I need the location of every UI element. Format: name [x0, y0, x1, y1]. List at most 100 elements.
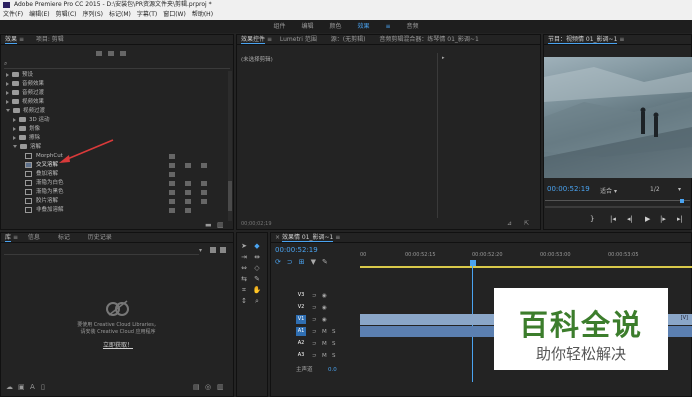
tree-item-3d-motion[interactable]: 3D 运动 — [13, 116, 49, 125]
slip-tool-icon[interactable]: ⇆ — [239, 274, 249, 284]
effects-search-field[interactable]: ⌕ — [4, 60, 230, 69]
eye-icon[interactable]: ◉ — [322, 302, 327, 314]
zoom-out-tool-icon[interactable]: ↕ — [239, 296, 249, 306]
get-cc-link[interactable]: 立即获取！ — [1, 340, 235, 349]
play-icon[interactable]: ▶ — [645, 215, 650, 223]
go-to-in-icon[interactable]: |◂ — [610, 215, 616, 223]
menu-sequence[interactable]: 序列(S) — [83, 10, 104, 20]
effect-cross-dissolve[interactable]: 交叉溶解 — [25, 161, 58, 170]
menu-clip[interactable]: 剪辑(C) — [56, 10, 77, 20]
tab-menu-icon[interactable]: ≡ — [19, 36, 26, 43]
solo-icon[interactable]: S — [332, 326, 336, 338]
ripple-edit-tool-icon[interactable]: ⇥ — [239, 252, 249, 262]
image-icon[interactable]: ▣ — [18, 383, 25, 391]
playhead-handle[interactable] — [470, 260, 476, 266]
effect-dip-to-black[interactable]: 渐隐为黑色 — [25, 188, 64, 197]
wrench-icon[interactable]: ✎ — [322, 258, 328, 266]
grid-view-icon[interactable] — [210, 247, 216, 253]
play-arrow-icon[interactable]: ▸ — [442, 55, 445, 61]
solo-icon[interactable]: S — [332, 350, 336, 362]
effect-film-dissolve[interactable]: 胶片溶解 — [25, 197, 58, 206]
tree-item-iris[interactable]: 划像 — [13, 125, 40, 134]
pen-tool-icon[interactable]: ⌗ — [239, 285, 249, 295]
trash-icon[interactable]: ▥ — [217, 383, 224, 391]
sync-lock-icon[interactable]: ⊃ — [312, 290, 317, 302]
32bit-filter-icon[interactable] — [108, 51, 114, 56]
razor-tool-icon[interactable]: ◇ — [252, 263, 262, 273]
effect-non-additive-dissolve[interactable]: 非叠加溶解 — [25, 206, 64, 215]
tab-history[interactable]: 历史记录 — [88, 234, 112, 241]
tab-source[interactable]: 源：(无剪辑) — [331, 36, 366, 43]
zoom-tool-icon[interactable]: ⌕ — [252, 296, 262, 306]
filter-icon[interactable]: ⊿ — [507, 220, 512, 227]
list-view-icon[interactable] — [220, 247, 226, 253]
tree-item-audio-effects[interactable]: 音频效果 — [6, 80, 44, 89]
tree-item-video-effects[interactable]: 视频效果 — [6, 98, 44, 107]
cloud-sync-icon[interactable]: ☁ — [6, 383, 13, 391]
cc-icon[interactable]: ◎ — [205, 383, 211, 391]
color-icon[interactable]: ▯ — [41, 383, 45, 391]
nest-icon[interactable]: ⟳ — [275, 258, 281, 266]
sync-lock-icon[interactable]: ⊃ — [312, 326, 317, 338]
tab-markers[interactable]: 标记 — [58, 234, 70, 241]
work-area-bar[interactable] — [360, 266, 692, 268]
solo-icon[interactable]: S — [332, 338, 336, 350]
resolution-dropdown[interactable]: 1/2 — [650, 186, 660, 193]
menu-marker[interactable]: 标记(M) — [109, 10, 131, 20]
tree-item-audio-transitions[interactable]: 音频过渡 — [6, 89, 44, 98]
eye-icon[interactable]: ◉ — [322, 314, 327, 326]
sync-lock-icon[interactable]: ⊃ — [312, 338, 317, 350]
slide-tool-icon[interactable]: ✎ — [252, 274, 262, 284]
linked-selection-icon[interactable]: ⊞ — [299, 258, 305, 266]
tab-menu-icon[interactable]: ≡ — [335, 234, 340, 241]
marker-icon[interactable]: ▼ — [311, 258, 316, 266]
new-bin-icon[interactable]: ▬ — [205, 221, 212, 229]
menu-title[interactable]: 字幕(T) — [137, 10, 157, 20]
tab-effects[interactable]: 效果 — [5, 36, 18, 44]
tree-item-presets[interactable]: 预设 — [6, 71, 33, 80]
tab-libraries[interactable]: 库 — [5, 234, 12, 242]
tree-item-video-transitions[interactable]: 视频过渡 — [6, 107, 45, 116]
chevron-down-icon[interactable]: ▾ — [678, 186, 681, 193]
trash-icon[interactable]: ▥ — [217, 221, 224, 229]
menu-help[interactable]: 帮助(H) — [192, 10, 213, 20]
library-select[interactable] — [4, 247, 199, 255]
mute-icon[interactable]: M — [322, 338, 327, 350]
go-to-out-icon[interactable]: ▸| — [677, 215, 683, 223]
playhead-marker[interactable] — [680, 199, 684, 203]
tree-item-dissolve[interactable]: 溶解 — [13, 143, 41, 152]
snap-icon[interactable]: ⊃ — [287, 258, 293, 266]
tab-effect-controls[interactable]: 效果控件 — [241, 36, 266, 44]
effect-additive-dissolve[interactable]: 叠加溶解 — [25, 170, 58, 179]
mark-in-icon[interactable]: } — [590, 215, 594, 223]
menu-window[interactable]: 窗口(W) — [163, 10, 186, 20]
accelerated-filter-icon[interactable] — [96, 51, 102, 56]
program-timecode[interactable]: 00:00:52:19 — [547, 185, 590, 193]
workspace-editing[interactable]: 编辑 — [301, 20, 313, 33]
tab-lumetri-scopes[interactable]: Lumetri 范围 — [280, 36, 317, 43]
tab-audio-clip-mixer[interactable]: 音频剪辑混合器：练琴情 01_影调~1 — [379, 36, 478, 43]
tab-menu-icon[interactable]: ≡ — [619, 36, 624, 43]
workspace-assembly[interactable]: 组件 — [273, 20, 285, 33]
sync-lock-icon[interactable]: ⊃ — [312, 302, 317, 314]
workspace-color[interactable]: 颜色 — [329, 20, 341, 33]
step-forward-icon[interactable]: |▸ — [660, 215, 666, 223]
tree-item-wipe[interactable]: 擦除 — [13, 134, 40, 143]
text-icon[interactable]: A — [30, 383, 35, 391]
tab-menu-icon[interactable]: ≡ — [13, 234, 20, 241]
zoom-scrollbar[interactable] — [545, 206, 690, 208]
track-select-tool-icon[interactable]: ◆ — [252, 241, 262, 251]
mute-icon[interactable]: M — [322, 326, 327, 338]
tab-info[interactable]: 信息 — [28, 234, 40, 241]
effects-scrollbar[interactable] — [228, 71, 232, 221]
effect-dip-to-white[interactable]: 渐隐为白色 — [25, 179, 64, 188]
step-back-icon[interactable]: ◂| — [627, 215, 633, 223]
fit-dropdown[interactable]: 适合 ▾ — [600, 186, 617, 195]
workspace-audio[interactable]: 音频 — [407, 20, 419, 33]
yuv-filter-icon[interactable] — [120, 51, 126, 56]
export-icon[interactable]: ⇱ — [524, 220, 529, 227]
eye-icon[interactable]: ◉ — [322, 290, 327, 302]
menu-edit[interactable]: 编辑(E) — [29, 10, 49, 20]
mute-icon[interactable]: M — [322, 350, 327, 362]
workspace-menu-icon[interactable]: ≡ — [386, 20, 391, 33]
